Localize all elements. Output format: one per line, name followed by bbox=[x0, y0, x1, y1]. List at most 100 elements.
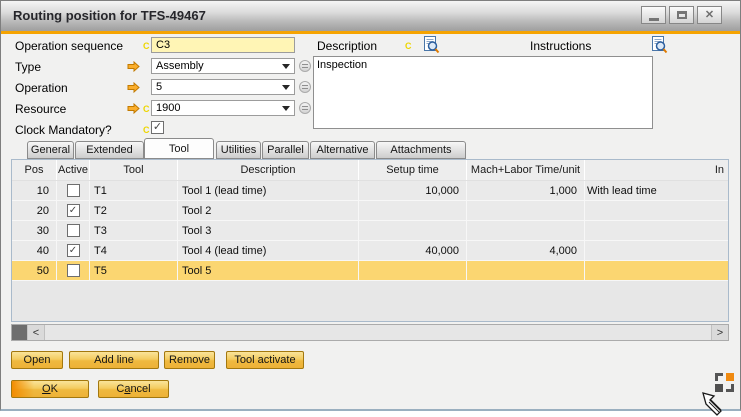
col-header-pos: Pos bbox=[12, 160, 57, 180]
scroll-right-icon: > bbox=[717, 327, 723, 339]
scroll-right-button[interactable]: > bbox=[711, 325, 728, 340]
checkmark-icon: ✓ bbox=[69, 206, 77, 216]
cell-tool: T3 bbox=[90, 221, 178, 240]
scroll-left-icon: < bbox=[33, 327, 39, 339]
active-checkbox[interactable]: ✓ bbox=[67, 244, 80, 257]
maximize-icon bbox=[677, 11, 687, 19]
resource-dropdown[interactable]: 1900 bbox=[151, 100, 295, 116]
active-checkbox[interactable] bbox=[67, 184, 80, 197]
cell-info: With lead time bbox=[585, 181, 728, 200]
tool-activate-button-label: Tool activate bbox=[234, 354, 295, 366]
expand-editor-icon[interactable] bbox=[651, 36, 668, 54]
tab-utilities[interactable]: Utilities bbox=[216, 141, 261, 159]
c-marker-icon: C bbox=[405, 41, 412, 51]
cell-tool: T5 bbox=[90, 261, 178, 280]
horizontal-scrollbar: < > bbox=[11, 324, 729, 341]
table-row[interactable]: 40 ✓ T4 Tool 4 (lead time) 40,000 4,000 bbox=[12, 241, 728, 261]
ok-button[interactable]: OK bbox=[11, 380, 89, 398]
chevron-down-icon bbox=[282, 106, 290, 111]
col-header-active: Active bbox=[57, 160, 90, 180]
cell-pos: 10 bbox=[12, 181, 57, 200]
routing-position-dialog: Routing position for TFS-49467 ✕ Operati… bbox=[0, 0, 741, 411]
resource-label: Resource bbox=[15, 102, 66, 116]
operation-sequence-input[interactable]: C3 bbox=[151, 37, 295, 53]
type-label: Type bbox=[15, 60, 41, 74]
col-header-tool: Tool bbox=[90, 160, 178, 180]
tab-general[interactable]: General bbox=[27, 141, 74, 159]
maximize-button[interactable] bbox=[669, 6, 694, 24]
minimize-icon bbox=[649, 9, 659, 21]
cell-setup-time bbox=[359, 221, 467, 240]
scrollbar-track[interactable] bbox=[45, 325, 711, 340]
active-checkbox[interactable] bbox=[67, 264, 80, 277]
cell-tool: T1 bbox=[90, 181, 178, 200]
col-header-mach-labor: Mach+Labor Time/unit bbox=[467, 160, 585, 180]
cell-description: Tool 4 (lead time) bbox=[178, 241, 359, 260]
instructions-label: Instructions bbox=[530, 39, 591, 53]
cell-info bbox=[585, 241, 728, 260]
cell-info bbox=[585, 221, 728, 240]
operation-list-button[interactable] bbox=[299, 81, 311, 93]
cell-pos: 20 bbox=[12, 201, 57, 220]
title-bar: Routing position for TFS-49467 ✕ bbox=[1, 1, 740, 31]
open-button[interactable]: Open bbox=[11, 351, 63, 369]
type-list-button[interactable] bbox=[299, 60, 311, 72]
operation-label: Operation bbox=[15, 81, 68, 95]
table-row-selected[interactable]: 50 T5 Tool 5 bbox=[12, 261, 728, 281]
cell-description: Tool 5 bbox=[178, 261, 359, 280]
checkmark-icon: ✓ bbox=[153, 122, 162, 133]
tool-activate-button[interactable]: Tool activate bbox=[226, 351, 304, 369]
cell-description: Tool 2 bbox=[178, 201, 359, 220]
tab-tool[interactable]: Tool bbox=[144, 138, 214, 159]
cell-description: Tool 1 (lead time) bbox=[178, 181, 359, 200]
close-icon: ✕ bbox=[705, 10, 714, 21]
type-dropdown[interactable]: Assembly bbox=[151, 58, 295, 74]
description-textarea[interactable]: Inspection bbox=[313, 56, 653, 129]
cell-pos: 30 bbox=[12, 221, 57, 240]
scrollbar-thumb[interactable] bbox=[12, 325, 27, 340]
cell-mach-labor bbox=[467, 261, 585, 280]
active-checkbox[interactable] bbox=[67, 224, 80, 237]
operation-dropdown[interactable]: 5 bbox=[151, 79, 295, 95]
accent-line bbox=[1, 31, 740, 34]
add-line-button[interactable]: Add line bbox=[69, 351, 159, 369]
tab-extended[interactable]: Extended bbox=[75, 141, 144, 159]
description-label: Description bbox=[317, 39, 377, 53]
open-button-label: Open bbox=[24, 354, 51, 366]
clock-mandatory-label: Clock Mandatory? bbox=[15, 123, 112, 137]
chevron-down-icon bbox=[282, 64, 290, 69]
table-row[interactable]: 20 ✓ T2 Tool 2 bbox=[12, 201, 728, 221]
clock-mandatory-checkbox[interactable]: ✓ bbox=[151, 121, 164, 134]
link-arrow-icon[interactable] bbox=[127, 82, 140, 93]
cell-pos: 40 bbox=[12, 241, 57, 260]
cell-setup-time: 10,000 bbox=[359, 181, 467, 200]
cell-info bbox=[585, 261, 728, 280]
tab-alternative[interactable]: Alternative bbox=[310, 141, 375, 159]
minimize-button[interactable] bbox=[641, 6, 666, 24]
link-arrow-icon[interactable] bbox=[127, 103, 140, 114]
expand-editor-icon[interactable] bbox=[423, 36, 440, 54]
col-header-in: In bbox=[585, 160, 728, 180]
tab-attachments[interactable]: Attachments bbox=[376, 141, 466, 159]
active-checkbox[interactable]: ✓ bbox=[67, 204, 80, 217]
type-value: Assembly bbox=[156, 60, 204, 72]
table-row[interactable]: 10 T1 Tool 1 (lead time) 10,000 1,000 Wi… bbox=[12, 181, 728, 201]
cell-mach-labor: 4,000 bbox=[467, 241, 585, 260]
scroll-left-button[interactable]: < bbox=[27, 325, 45, 340]
ok-button-label: OK bbox=[42, 383, 58, 395]
cell-mach-labor: 1,000 bbox=[467, 181, 585, 200]
link-arrow-icon[interactable] bbox=[127, 61, 140, 72]
c-marker-icon: C bbox=[143, 125, 150, 135]
table-row[interactable]: 30 T3 Tool 3 bbox=[12, 221, 728, 241]
close-button[interactable]: ✕ bbox=[697, 6, 722, 24]
cell-pos: 50 bbox=[12, 261, 57, 280]
resource-list-button[interactable] bbox=[299, 102, 311, 114]
col-header-setup-time: Setup time bbox=[359, 160, 467, 180]
tab-parallel[interactable]: Parallel bbox=[262, 141, 309, 159]
cancel-button[interactable]: Cancel bbox=[98, 380, 169, 398]
remove-button[interactable]: Remove bbox=[164, 351, 215, 369]
mouse-cursor-icon bbox=[700, 390, 727, 417]
cell-mach-labor bbox=[467, 201, 585, 220]
tools-table: Pos Active Tool Description Setup time M… bbox=[11, 159, 729, 322]
form-settings-icon bbox=[715, 373, 723, 381]
